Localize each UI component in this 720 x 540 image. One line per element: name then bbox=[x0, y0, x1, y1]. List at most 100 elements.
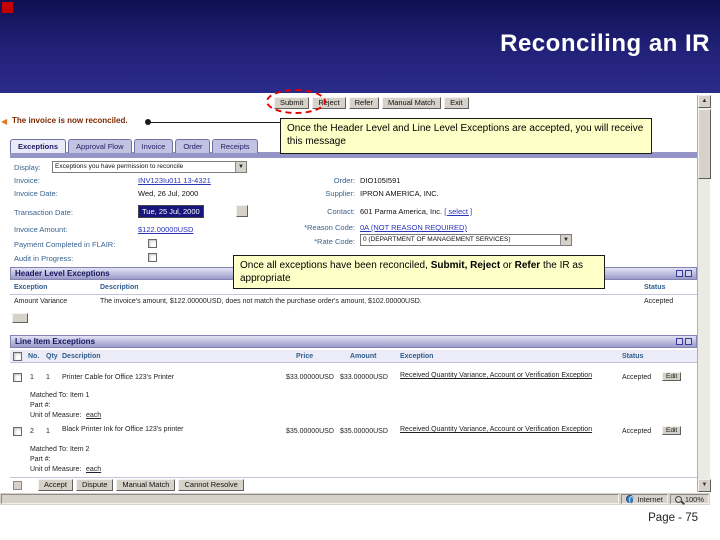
line-uom-label: Unit of Measure: bbox=[30, 412, 82, 419]
manual-match-button[interactable]: Manual Match bbox=[116, 479, 176, 492]
table-next-icon[interactable] bbox=[685, 338, 692, 345]
callout2-text: or bbox=[500, 260, 515, 271]
title-band: Reconciling an IR bbox=[0, 0, 720, 93]
line-price: $35.00000USD bbox=[286, 428, 334, 435]
header-exception-description: The invoice's amount, $122.00000USD, doe… bbox=[100, 298, 422, 305]
corner-marker bbox=[2, 2, 13, 13]
line-no: 2 bbox=[30, 428, 34, 435]
back-arrow-icon[interactable]: ◀ bbox=[1, 117, 7, 126]
transaction-date-label: Transaction Date: bbox=[14, 208, 73, 217]
line-exception-link[interactable]: Received Quantity Variance, Account or V… bbox=[400, 372, 612, 381]
supplier-label: Supplier: bbox=[325, 189, 355, 198]
line-uom-link[interactable]: each bbox=[86, 412, 101, 419]
zoom-level: 100% bbox=[684, 494, 704, 504]
cannot-resolve-button[interactable]: Cannot Resolve bbox=[178, 479, 244, 492]
line-exceptions-title: Line Item Exceptions bbox=[15, 337, 96, 346]
rate-code-dropdown[interactable]: 0 (DEPARTMENT OF MANAGEMENT SERVICES) ▼ bbox=[360, 234, 572, 246]
col-qty: Qty bbox=[46, 353, 58, 360]
tab-approval-flow[interactable]: Approval Flow bbox=[68, 139, 132, 153]
col-price: Price bbox=[296, 353, 314, 360]
display-dropdown[interactable]: Exceptions you have permission to reconc… bbox=[52, 161, 247, 173]
line-description: Black Printer Ink for Office 123's print… bbox=[62, 426, 184, 433]
exit-button[interactable]: Exit bbox=[444, 97, 469, 110]
tab-exceptions[interactable]: Exceptions bbox=[10, 139, 67, 153]
contact-label: Contact: bbox=[327, 207, 355, 216]
dispute-button[interactable]: Dispute bbox=[75, 479, 114, 492]
payment-completed-checkbox[interactable] bbox=[148, 239, 157, 248]
refer-button[interactable]: Refer bbox=[348, 97, 379, 110]
table-prev-icon[interactable] bbox=[676, 338, 683, 345]
line-part: Part #: bbox=[30, 456, 51, 463]
line-actions-toolbar: Accept Dispute Manual Match Cannot Resol… bbox=[38, 479, 244, 492]
col-status: Status bbox=[644, 284, 666, 291]
application-screenshot: ◀ Submit Reject Refer Manual Match Exit … bbox=[0, 89, 711, 505]
callout2-bold-refer: Refer bbox=[514, 260, 541, 271]
scrollbar-thumb[interactable] bbox=[698, 109, 711, 179]
table-next-icon[interactable] bbox=[685, 270, 692, 277]
order-value: DIO105I591 bbox=[360, 176, 401, 185]
status-zoom[interactable]: 100% bbox=[669, 494, 709, 504]
col-amount: Amount bbox=[350, 353, 377, 360]
annotation-ellipse-submit bbox=[266, 89, 326, 114]
edit-button[interactable]: Edit bbox=[662, 372, 682, 382]
order-label: Order: bbox=[333, 176, 355, 185]
footer-marker-icon bbox=[13, 481, 22, 490]
invoice-date-value: Wed, 26 Jul, 2000 bbox=[138, 189, 199, 198]
status-message-area bbox=[1, 494, 620, 504]
annotation-connector bbox=[145, 119, 280, 125]
reason-code-link[interactable]: 0A (NOT REASON REQUIRED) bbox=[360, 223, 467, 232]
select-all-checkbox[interactable] bbox=[13, 352, 22, 361]
line-matched-to: Matched To: Item 2 bbox=[30, 446, 90, 453]
edit-button[interactable]: Edit bbox=[662, 426, 682, 436]
invoice-amount-link[interactable]: $122.00000USD bbox=[138, 225, 193, 234]
dropdown-arrow-icon[interactable]: ▼ bbox=[235, 162, 246, 172]
line-exception-link[interactable]: Received Quantity Variance, Account or V… bbox=[400, 426, 612, 435]
tab-order[interactable]: Order bbox=[175, 139, 211, 153]
line-exceptions-section-bar: Line Item Exceptions bbox=[10, 335, 697, 348]
scrollbar-up-icon[interactable]: ▲ bbox=[698, 95, 711, 108]
line-uom-link[interactable]: each bbox=[86, 466, 101, 473]
transaction-date-input[interactable]: Tue, 25 Jul, 2000 bbox=[138, 205, 204, 218]
vertical-scrollbar[interactable]: ▲ ▼ bbox=[697, 95, 711, 492]
status-bar: Internet 100% bbox=[0, 492, 710, 505]
col-exception: Exception bbox=[14, 284, 48, 291]
line-price: $33.00000USD bbox=[286, 374, 334, 381]
line-row-checkbox[interactable] bbox=[13, 373, 22, 382]
dropdown-arrow-icon[interactable]: ▼ bbox=[560, 235, 571, 245]
contact-name: 601 Parma America, Inc. bbox=[360, 207, 443, 216]
invoice-number-link[interactable]: INV123Iu011 13-4321 bbox=[138, 176, 211, 185]
col-line-status: Status bbox=[622, 353, 644, 360]
line-description: Printer Cable for Office 123's Printer bbox=[62, 374, 175, 381]
table-prev-icon[interactable] bbox=[676, 270, 683, 277]
accept-button[interactable]: Accept bbox=[38, 479, 73, 492]
rate-code-value: 0 (DEPARTMENT OF MANAGEMENT SERVICES) bbox=[363, 236, 511, 243]
tab-receipts[interactable]: Receipts bbox=[212, 139, 258, 153]
line-row-checkbox[interactable] bbox=[13, 427, 22, 436]
line-amount: $33.00000USD bbox=[340, 374, 388, 381]
zoom-icon bbox=[674, 495, 682, 503]
globe-icon bbox=[626, 495, 635, 504]
line-status: Accepted bbox=[622, 428, 652, 435]
payment-completed-label: Payment Completed in FLAIR: bbox=[14, 240, 116, 249]
col-no: No. bbox=[28, 353, 40, 360]
table-divider bbox=[10, 294, 697, 295]
line-no: 1 bbox=[30, 374, 34, 381]
audit-in-progress-checkbox[interactable] bbox=[148, 253, 157, 262]
contact-value: 601 Parma America, Inc. [ select ] bbox=[360, 207, 472, 216]
supplier-value: IPRON AMERICA, INC. bbox=[360, 189, 439, 198]
line-qty: 1 bbox=[46, 428, 50, 435]
scrollbar-down-icon[interactable]: ▼ bbox=[698, 479, 711, 492]
line-status: Accepted bbox=[622, 374, 652, 381]
tab-bar: Exceptions Approval Flow Invoice Order R… bbox=[10, 139, 258, 153]
page-number: Page - 75 bbox=[648, 512, 698, 524]
tab-invoice[interactable]: Invoice bbox=[133, 139, 174, 153]
invoice-date-label: Invoice Date: bbox=[14, 189, 58, 198]
calendar-button[interactable] bbox=[236, 205, 248, 217]
collapse-stub-button[interactable] bbox=[12, 313, 28, 323]
invoice-label: Invoice: bbox=[14, 176, 40, 185]
status-zone: Internet bbox=[621, 494, 668, 504]
contact-select-link[interactable]: [ select ] bbox=[444, 207, 472, 216]
rate-code-label: *Rate Code: bbox=[314, 237, 355, 246]
manual-match-button[interactable]: Manual Match bbox=[381, 97, 442, 110]
slide: Reconciling an IR ◀ Submit Reject Refer … bbox=[0, 0, 720, 540]
